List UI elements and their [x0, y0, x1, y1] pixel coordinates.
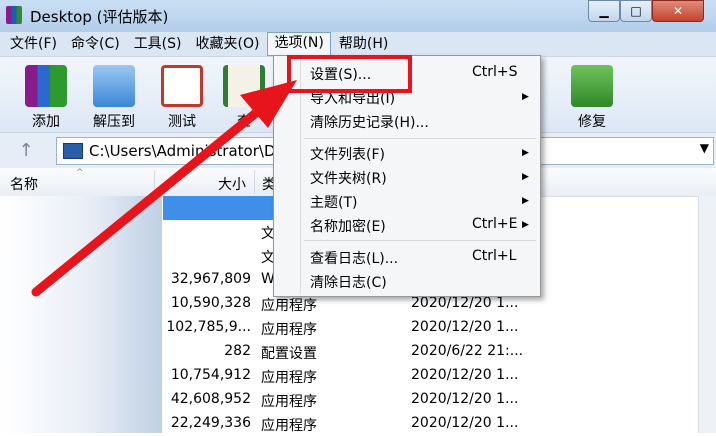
annotation-arrow: [31, 80, 297, 297]
